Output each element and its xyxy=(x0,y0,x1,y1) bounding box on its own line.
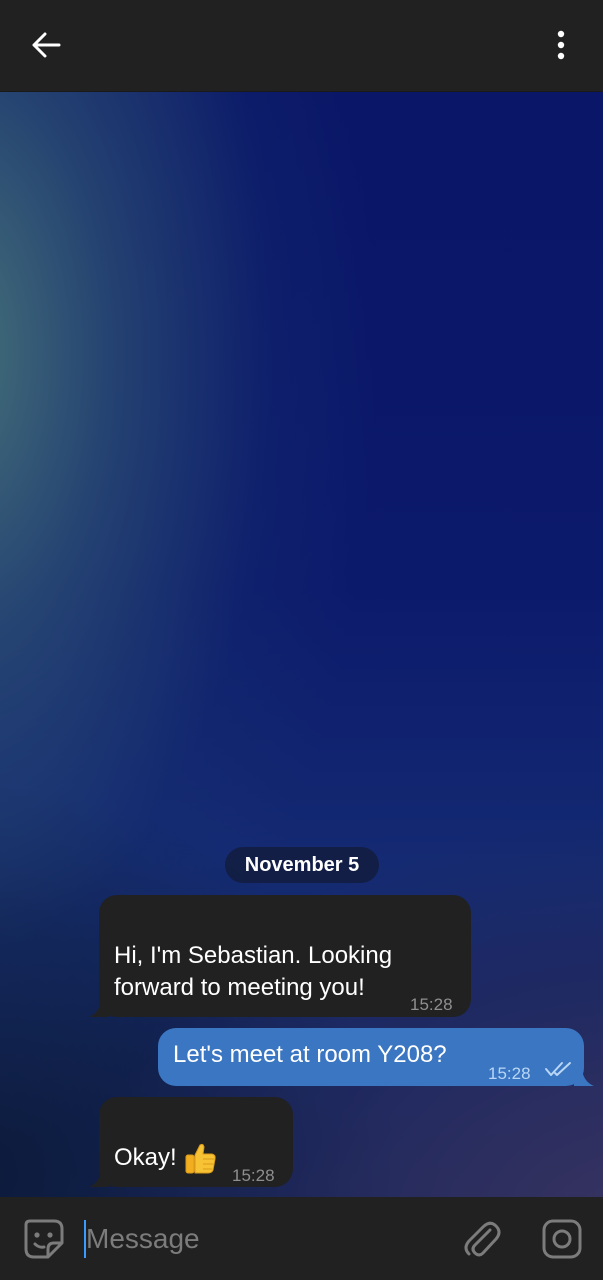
attach-button[interactable] xyxy=(462,1217,502,1261)
message-line: forward to meeting you! xyxy=(114,974,365,1001)
more-vertical-icon xyxy=(557,30,565,60)
message-time: 15:28 xyxy=(488,1064,531,1083)
message-line: Hi, I'm Sebastian. Looking xyxy=(114,942,393,969)
paperclip-icon xyxy=(464,1221,501,1257)
more-options-button[interactable] xyxy=(537,22,585,68)
chat-header xyxy=(0,0,603,92)
message-composer xyxy=(0,1197,603,1280)
message-bubble-incoming[interactable]: Hi, I'm Sebastian. Looking forward to me… xyxy=(89,895,471,1017)
arrow-left-icon xyxy=(32,32,61,58)
chat-area[interactable]: November 5 Hi, I'm Sebastian. Looking fo… xyxy=(0,92,603,1197)
message-time: 15:28 xyxy=(410,995,453,1014)
back-button[interactable] xyxy=(22,22,70,68)
bubble-tail xyxy=(89,1171,109,1187)
message-time: 15:28 xyxy=(232,1166,275,1185)
date-separator: November 5 xyxy=(225,847,379,883)
message-text: Hi, I'm Sebastian. Looking forward to me… xyxy=(114,940,392,1004)
camera-button[interactable] xyxy=(540,1217,584,1261)
sticker-icon xyxy=(24,1219,64,1259)
message-text-content: Okay! xyxy=(114,1144,177,1171)
date-label: November 5 xyxy=(244,853,360,876)
bubble-tail xyxy=(89,1001,109,1017)
message-input[interactable] xyxy=(86,1217,446,1261)
message-bubble-incoming[interactable]: Okay! 15:28 xyxy=(89,1097,293,1187)
bubble-tail xyxy=(574,1070,594,1086)
double-check-icon xyxy=(545,1062,571,1076)
sticker-button[interactable] xyxy=(22,1217,68,1261)
message-bubble-outgoing[interactable]: Let's meet at room Y208? 15:28 xyxy=(158,1028,594,1086)
message-text: Okay! xyxy=(114,1141,217,1175)
thumbs-up-icon xyxy=(185,1143,216,1174)
camera-icon xyxy=(542,1219,582,1259)
message-text: Let's meet at room Y208? xyxy=(173,1041,447,1068)
